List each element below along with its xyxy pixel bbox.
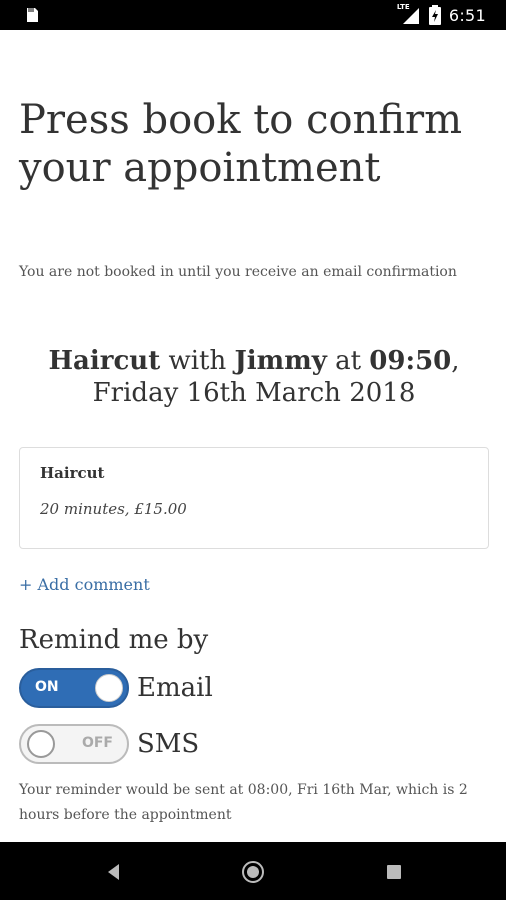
summary-separator: ,	[451, 346, 460, 376]
add-comment-link[interactable]: + Add comment	[19, 574, 150, 596]
service-details: 20 minutes, £15.00	[40, 500, 187, 518]
service-card: Haircut 20 minutes, £15.00	[19, 447, 489, 549]
booking-summary: Haircut with Jimmy at 09:50, Friday 16th…	[19, 345, 489, 409]
email-reminder-label: Email	[137, 673, 213, 703]
summary-at: at	[335, 346, 362, 376]
service-name: Haircut	[40, 464, 105, 482]
summary-service: Haircut	[48, 346, 161, 376]
email-reminder-row: ON Email	[19, 666, 213, 710]
email-reminder-toggle[interactable]: ON	[19, 668, 129, 708]
summary-date: Friday 16th March 2018	[92, 378, 416, 408]
toggle-knob	[27, 730, 55, 758]
signal-icon: LTE	[397, 3, 421, 25]
status-bar: LTE 6:51	[0, 0, 506, 30]
reminder-title: Remind me by	[19, 625, 209, 655]
summary-time: 09:50	[369, 346, 452, 376]
notification-icon	[22, 5, 42, 25]
sms-reminder-toggle[interactable]: OFF	[19, 724, 129, 764]
back-icon[interactable]	[102, 860, 126, 884]
summary-with: with	[168, 346, 227, 376]
page-title: Press book to confirm your appointment	[19, 97, 463, 191]
clock: 6:51	[448, 5, 486, 25]
email-toggle-state: ON	[35, 679, 59, 695]
recents-icon[interactable]	[382, 860, 406, 884]
sms-toggle-state: OFF	[81, 735, 113, 751]
summary-staff: Jimmy	[234, 346, 327, 376]
navigation-bar	[0, 842, 506, 900]
home-icon[interactable]	[241, 860, 265, 884]
reminder-note: Your reminder would be sent at 08:00, Fr…	[19, 782, 468, 823]
battery-icon	[428, 5, 441, 25]
sms-reminder-label: SMS	[137, 729, 200, 759]
toggle-knob	[95, 674, 123, 702]
confirmation-subtitle: You are not booked in until you receive …	[19, 264, 457, 280]
sms-reminder-row: OFF SMS	[19, 722, 199, 766]
